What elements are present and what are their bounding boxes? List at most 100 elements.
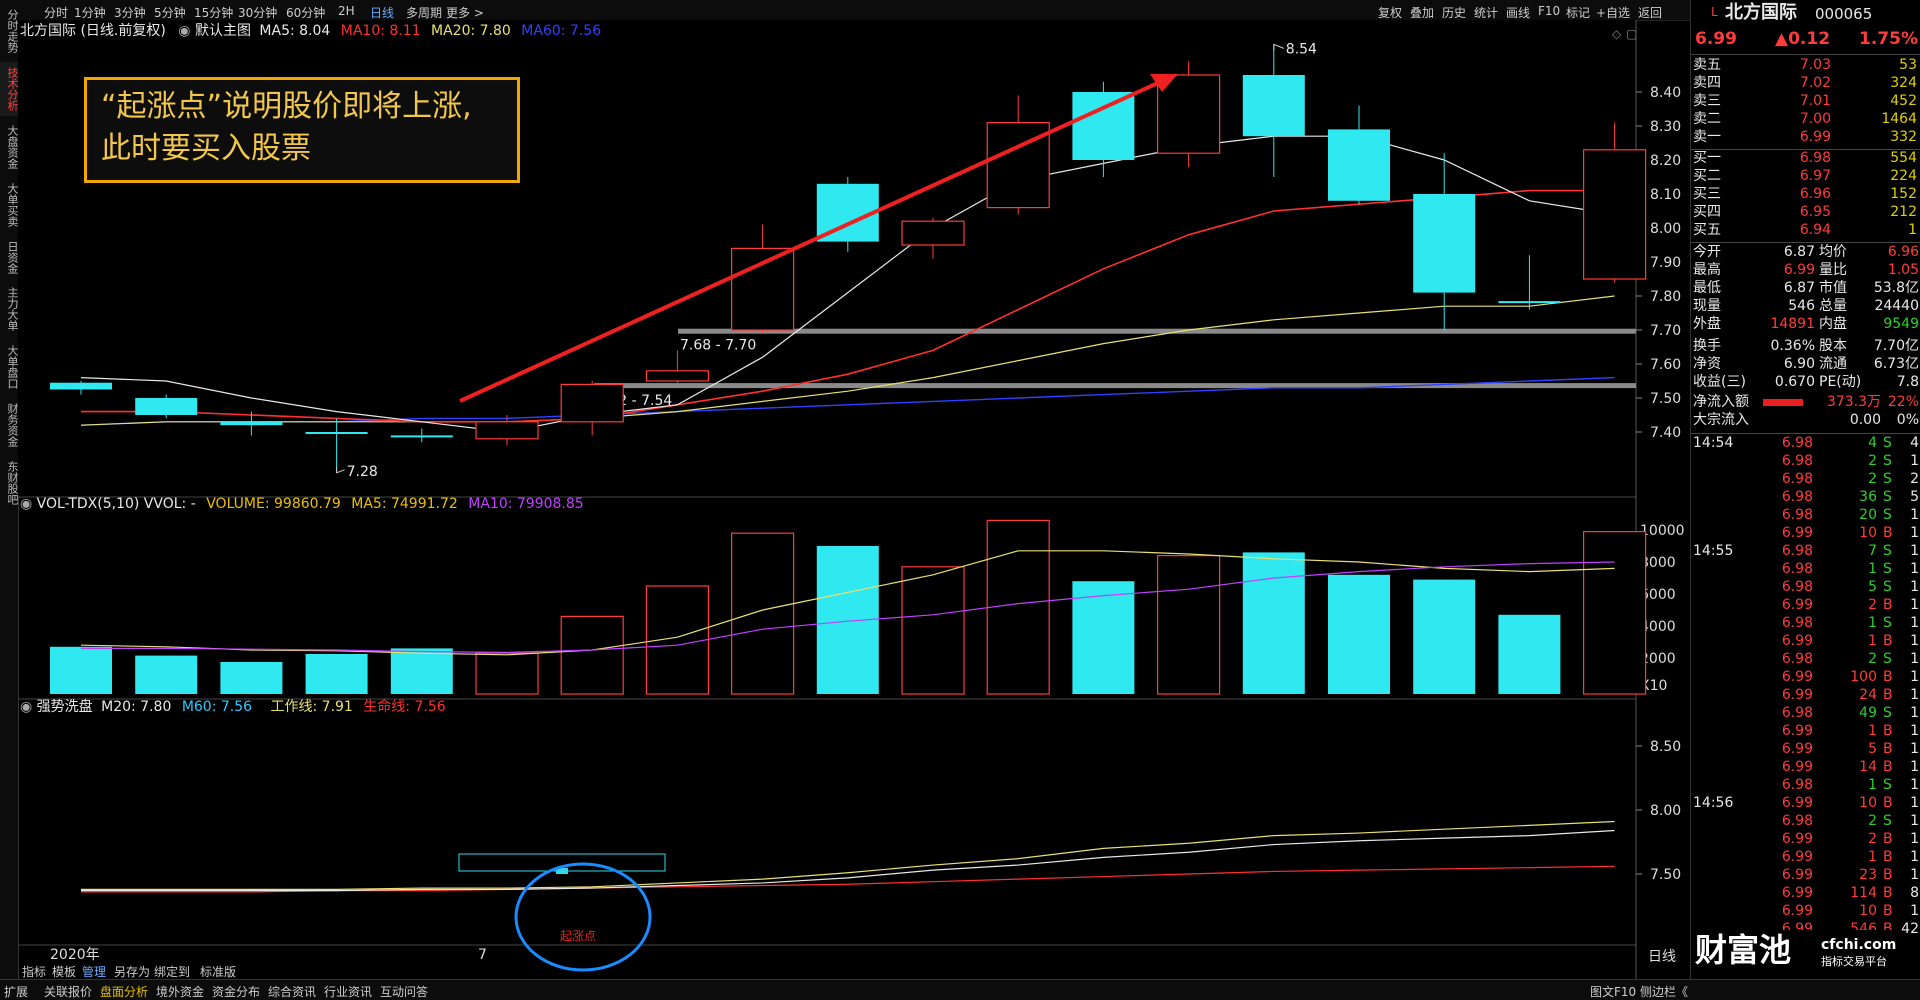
status-item-0[interactable]: 扩展 <box>4 983 28 1000</box>
stat-value: 6.87 <box>1783 244 1815 260</box>
candle-body <box>220 421 283 426</box>
vol-y-tick: 10000 <box>1640 523 1685 539</box>
tick-side: B <box>1883 831 1893 847</box>
tick-vol: 1 <box>1868 777 1877 793</box>
ask-vol: 452 <box>1890 93 1917 109</box>
indicator-tab-5[interactable]: 标准版 <box>200 963 236 980</box>
window-icon[interactable]: ▢ <box>1626 27 1637 41</box>
tick-side: S <box>1883 507 1892 523</box>
divider <box>1691 54 1920 55</box>
work-line <box>81 820 1615 890</box>
stat-row: 净资 6.90 流通 6.73亿 <box>1691 357 1920 375</box>
tick-row: 6.99 23 B 1 <box>1691 868 1920 886</box>
stock-flag: L <box>1711 5 1718 19</box>
tick-time: 14:55 <box>1693 543 1734 559</box>
tick-vol: 4 <box>1868 435 1877 451</box>
tick-vol: 1 <box>1868 561 1877 577</box>
tick-row: 6.98 2 S 2 <box>1691 472 1920 490</box>
tick-row: 6.99 10 B 1 <box>1691 526 1920 544</box>
volume-bar <box>135 655 198 694</box>
tick-count: 1 <box>1910 849 1919 865</box>
indicator-tab-1[interactable]: 模板 <box>52 963 76 980</box>
stat-label: 外盘 <box>1693 316 1721 332</box>
tick-side: B <box>1883 597 1893 613</box>
stat-value: 53.8亿 <box>1873 280 1919 296</box>
tick-count: 1 <box>1910 633 1919 649</box>
status-item-4[interactable]: 资金分布 <box>212 983 260 1000</box>
y-tick-label: 8.30 <box>1650 119 1681 135</box>
tick-vol: 23 <box>1859 867 1877 883</box>
stock-name: 北方国际 <box>1725 2 1797 23</box>
tick-row: 6.99 14 B 1 <box>1691 760 1920 778</box>
volume-title[interactable]: VOL-TDX(5,10) VVOL: - <box>37 496 196 512</box>
day-line-label[interactable]: 日线 <box>1648 949 1676 965</box>
volume-bar <box>50 646 112 694</box>
status-item-2[interactable]: 盘面分析 <box>100 983 148 1000</box>
tick-side: S <box>1883 543 1892 559</box>
tick-vol: 49 <box>1859 705 1877 721</box>
stat-row: 最低 6.87 市值 53.8亿 <box>1691 281 1920 299</box>
bid-price: 6.95 <box>1799 204 1831 220</box>
wash-title[interactable]: 强势洗盘 <box>37 699 93 715</box>
tick-price: 6.98 <box>1781 489 1813 505</box>
indicator-tab-2[interactable]: 管理 <box>82 963 106 980</box>
tick-side: S <box>1883 561 1892 577</box>
stat-value: 7.8 <box>1896 374 1919 390</box>
tick-side: S <box>1883 615 1892 631</box>
tick-price: 6.99 <box>1781 903 1813 919</box>
ask-label: 卖二 <box>1693 111 1721 127</box>
life-line <box>81 865 1615 893</box>
stat-row: 外盘 14891 内盘 9549 <box>1691 317 1920 335</box>
ask-vol: 324 <box>1890 75 1917 91</box>
ask-price: 7.02 <box>1799 75 1831 91</box>
tick-vol: 24 <box>1859 687 1877 703</box>
tick-count: 4 <box>1910 435 1919 451</box>
indicator-tab-3[interactable]: 另存为 <box>114 963 150 980</box>
candle-body <box>1242 75 1305 137</box>
tick-row: 6.99 24 B 1 <box>1691 688 1920 706</box>
stat-row: 最高 6.99 量比 1.05 <box>1691 263 1920 281</box>
stat-label: 股本 <box>1819 338 1847 354</box>
ask-label: 卖一 <box>1693 129 1721 145</box>
candle-body <box>1498 301 1561 304</box>
stat-label: 流通 <box>1819 356 1847 372</box>
tick-count: 1 <box>1910 651 1919 667</box>
tick-row: 14:55 6.98 7 S 1 <box>1691 544 1920 562</box>
tick-price: 6.98 <box>1781 615 1813 631</box>
status-right[interactable]: 图文F10 侧边栏《 <box>1590 983 1688 1000</box>
indicator-tab-4[interactable]: 绑定到 <box>154 963 190 980</box>
tick-price: 6.98 <box>1781 507 1813 523</box>
volume-bar <box>1242 552 1305 694</box>
main-indicator-label[interactable]: 默认主图 <box>195 23 251 39</box>
status-item-5[interactable]: 综合资讯 <box>268 983 316 1000</box>
tick-side: S <box>1883 471 1892 487</box>
tick-side: B <box>1883 849 1893 865</box>
tick-side: B <box>1883 795 1893 811</box>
y-tick-label: 8.20 <box>1650 153 1681 169</box>
stat-value: 6.90 <box>1783 356 1815 372</box>
volume-value: VOLUME: 99860.79 <box>206 496 341 512</box>
tick-price: 6.99 <box>1781 795 1813 811</box>
tick-vol: 2 <box>1868 453 1877 469</box>
tick-side: B <box>1883 669 1893 685</box>
settings-icon[interactable]: ◇ <box>1612 27 1622 41</box>
status-item-1[interactable]: 关联报价 <box>44 983 92 1000</box>
status-item-7[interactable]: 互动问答 <box>380 983 428 1000</box>
bid-vol: 554 <box>1890 150 1917 166</box>
status-item-6[interactable]: 行业资讯 <box>324 983 372 1000</box>
tick-price: 6.98 <box>1781 453 1813 469</box>
stat-value: 0.670 <box>1774 374 1815 390</box>
tick-price: 6.99 <box>1781 867 1813 883</box>
stat-value: 14891 <box>1770 316 1815 332</box>
status-item-3[interactable]: 境外资金 <box>156 983 204 1000</box>
tick-count: 1 <box>1910 687 1919 703</box>
tick-side: S <box>1883 651 1892 667</box>
main-chart-header: 北方国际 (日线.前复权) ◉ 默认主图 MA5: 8.04 MA10: 8.1… <box>20 24 601 38</box>
y-tick-label: 7.70 <box>1650 323 1681 339</box>
tick-vol: 2 <box>1868 651 1877 667</box>
indicator-tab-0[interactable]: 指标 <box>22 963 46 980</box>
stat-label: 总量 <box>1819 298 1847 314</box>
tick-side: S <box>1883 579 1892 595</box>
tick-count: 1 <box>1910 579 1919 595</box>
tick-side: B <box>1883 903 1893 919</box>
